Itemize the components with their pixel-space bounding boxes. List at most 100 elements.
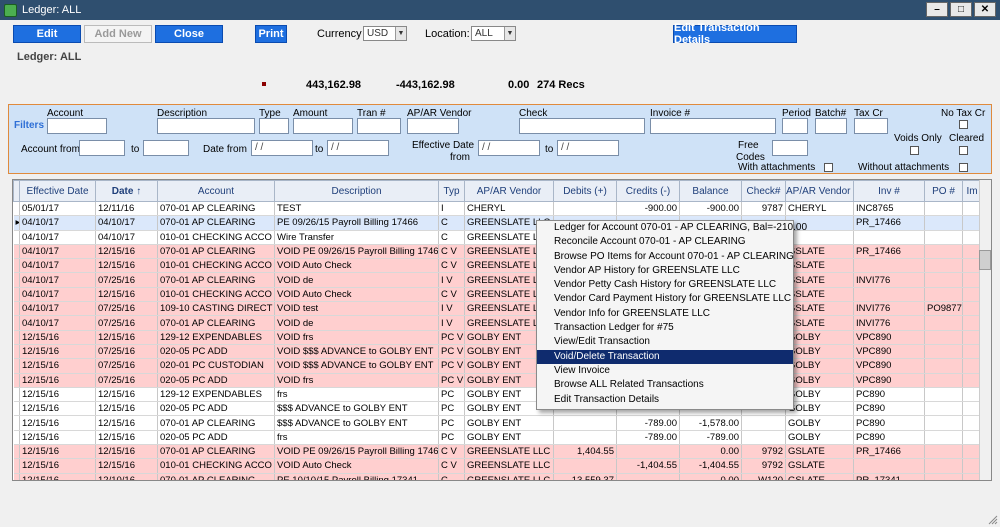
filter-account-input[interactable] (47, 118, 107, 134)
currency-select[interactable]: USD ▼ (363, 26, 407, 41)
column-header-check[interactable]: Check# (741, 180, 786, 202)
eff-date-to-input[interactable]: / / (557, 140, 619, 156)
grid-scroll-thumb[interactable] (979, 250, 991, 270)
table-row[interactable]: 12/15/16 12/15/16 129-12 EXPENDABLES VOID f… (13, 330, 982, 345)
cell-account: 010-01 CHECKING ACCO (157, 458, 275, 474)
resize-grip-icon[interactable] (988, 515, 998, 525)
context-menu-item[interactable]: Vendor Petty Cash History for GREENSLATE… (537, 278, 793, 292)
filter-check-input[interactable] (519, 118, 645, 134)
filter-tran-input[interactable] (357, 118, 401, 134)
cell-date: 04/10/17 (95, 230, 158, 245)
table-row[interactable]: 12/15/16 12/15/16 020-05 PC ADD $$$ ADVANCE… (13, 401, 982, 417)
add-new-button[interactable]: Add New (84, 25, 152, 43)
filter-amount-input[interactable] (293, 118, 353, 134)
column-header-account[interactable]: Account (157, 180, 275, 202)
context-menu-item[interactable]: Vendor Card Payment History for GREENSLA… (537, 292, 793, 306)
table-row[interactable]: 04/10/17 12/15/16 010-01 CHECKING ACCO VOID… (13, 258, 982, 274)
print-button[interactable]: Print (255, 25, 287, 43)
context-menu-item[interactable]: Edit Transaction Details (537, 393, 793, 407)
ledger-grid[interactable]: Effective Date Date ↑ Account Description Ty… (12, 179, 992, 481)
grid-vertical-scrollbar[interactable] (979, 180, 991, 480)
filter-period-input[interactable] (782, 118, 808, 134)
column-header-vendor-code[interactable]: AP/AR Vendor C (785, 180, 854, 202)
filter-notaxcr-checkbox[interactable] (959, 120, 968, 129)
cell-check (741, 430, 786, 446)
column-header-po[interactable]: PO # (924, 180, 963, 202)
table-row[interactable]: 12/15/16 12/15/16 020-05 PC ADD frs PC GOLBY … (13, 430, 982, 446)
account-from-input[interactable] (79, 140, 125, 156)
cell-typ: PC (438, 430, 465, 446)
cell-debits: 13,559.37 (553, 473, 617, 480)
cell-credits: -789.00 (616, 430, 680, 446)
filter-batch-input[interactable] (815, 118, 847, 134)
eff-date-from-input[interactable]: / / (478, 140, 540, 156)
table-row[interactable]: ▸04/10/1704/10/17070-01 AP CLEARINGPE 09… (13, 215, 982, 231)
cell-description: VOID frs (274, 373, 439, 388)
column-header-vendor[interactable]: AP/AR Vendor (464, 180, 554, 202)
table-row[interactable]: 12/15/16 07/25/16 020-05 PC ADD VOID $$$ AD… (13, 344, 982, 360)
edit-transaction-details-button[interactable]: Edit Transaction Details (673, 22, 797, 46)
context-menu-item[interactable]: Browse PO Items for Account 070-01 - AP … (537, 250, 794, 264)
table-row[interactable]: 04/10/17 07/25/16 109-10 CASTING DIRECT VOI… (13, 301, 982, 317)
filter-vendor-input[interactable] (407, 118, 459, 134)
cell-po (924, 315, 963, 331)
date-to-input[interactable]: / / (327, 140, 389, 156)
cell-typ: PC V (438, 344, 465, 360)
cell-effective-date: 04/10/17 (19, 215, 96, 231)
account-from-label: Account from (21, 144, 80, 155)
table-row[interactable]: 12/15/16 07/25/16 020-05 PC ADD VOID frs PC … (13, 373, 982, 388)
context-menu-item[interactable]: Vendor AP History for GREENSLATE LLC (537, 264, 793, 278)
context-menu-item[interactable]: View Invoice (537, 364, 793, 378)
date-from-input[interactable]: / / (251, 140, 313, 156)
table-row[interactable]: 04/10/17 07/25/16 070-01 AP CLEARING VOID d… (13, 272, 982, 288)
table-row[interactable]: 12/15/16 12/15/16 070-01 AP CLEARING $$$ AD… (13, 415, 982, 431)
table-row[interactable]: 04/10/17 12/15/16 070-01 AP CLEARING VOID P… (13, 244, 982, 260)
filter-voidsonly-checkbox[interactable] (910, 146, 919, 155)
table-row[interactable]: 12/15/16 12/15/16 129-12 EXPENDABLES frs PC G… (13, 387, 982, 403)
column-header-typ[interactable]: Typ (438, 180, 465, 202)
cell-po (924, 373, 963, 388)
table-row[interactable]: 04/10/17 04/10/17 010-01 CHECKING ACCO Wire… (13, 230, 982, 245)
cell-typ: C V (438, 444, 465, 460)
context-menu-item[interactable]: View/Edit Transaction (537, 335, 793, 349)
filter-cleared-checkbox[interactable] (959, 146, 968, 155)
table-row[interactable]: 12/15/16 12/15/16 070-01 AP CLEARING VOID P… (13, 444, 982, 460)
table-row[interactable]: 12/15/16 12/10/16 070-01 AP CLEARING PE 10/… (13, 473, 982, 480)
close-icon[interactable]: ✕ (974, 2, 996, 17)
account-to-label: to (131, 144, 140, 155)
table-row[interactable]: 12/15/16 12/15/16 010-01 CHECKING ACCO VOID… (13, 458, 982, 474)
cell-inv: PR_17466 (853, 215, 925, 231)
column-header-inv[interactable]: Inv # (853, 180, 925, 202)
edit-button[interactable]: Edit (13, 25, 81, 43)
table-row[interactable]: 05/01/17 12/11/16 070-01 AP CLEARING TEST I C… (13, 201, 982, 217)
context-menu-item[interactable]: Vendor Info for GREENSLATE LLC (537, 307, 793, 321)
column-header-description[interactable]: Description (274, 180, 439, 202)
column-header-effective-date[interactable]: Effective Date (19, 180, 96, 202)
with-attachments-checkbox[interactable] (824, 163, 833, 172)
minimize-icon[interactable]: – (926, 2, 948, 17)
maximize-icon[interactable]: □ (950, 2, 972, 17)
cell-account: 070-01 AP CLEARING (157, 201, 275, 217)
filter-description-input[interactable] (157, 118, 255, 134)
filter-invoice-input[interactable] (650, 118, 776, 134)
context-menu-item[interactable]: Transaction Ledger for #75 (537, 321, 793, 335)
column-header-balance[interactable]: Balance (679, 180, 742, 202)
filter-type-input[interactable] (259, 118, 289, 134)
account-to-input[interactable] (143, 140, 189, 156)
location-select[interactable]: ALL ▼ (471, 26, 516, 41)
column-header-credits[interactable]: Credits (-) (616, 180, 680, 202)
without-attachments-checkbox[interactable] (959, 163, 968, 172)
filter-taxcr-input[interactable] (854, 118, 888, 134)
context-menu-item[interactable]: Browse ALL Related Transactions (537, 378, 793, 392)
free-codes-input[interactable] (772, 140, 808, 156)
close-button[interactable]: Close (155, 25, 223, 43)
table-row[interactable]: 04/10/17 07/25/16 070-01 AP CLEARING VOID d… (13, 315, 982, 331)
context-menu-item[interactable]: Ledger for Account 070-01 - AP CLEARING,… (537, 221, 807, 235)
table-row[interactable]: 04/10/17 12/15/16 010-01 CHECKING ACCO VOID… (13, 287, 982, 303)
table-row[interactable]: 12/15/16 07/25/16 020-01 PC CUSTODIAN VOID … (13, 358, 982, 374)
column-header-date[interactable]: Date ↑ (95, 180, 158, 202)
context-menu-item[interactable]: Reconcile Account 070-01 - AP CLEARING (537, 235, 793, 249)
cell-vendor-code: GOLBY (785, 358, 854, 374)
column-header-debits[interactable]: Debits (+) (553, 180, 617, 202)
context-menu-item[interactable]: Void/Delete Transaction (537, 349, 793, 364)
